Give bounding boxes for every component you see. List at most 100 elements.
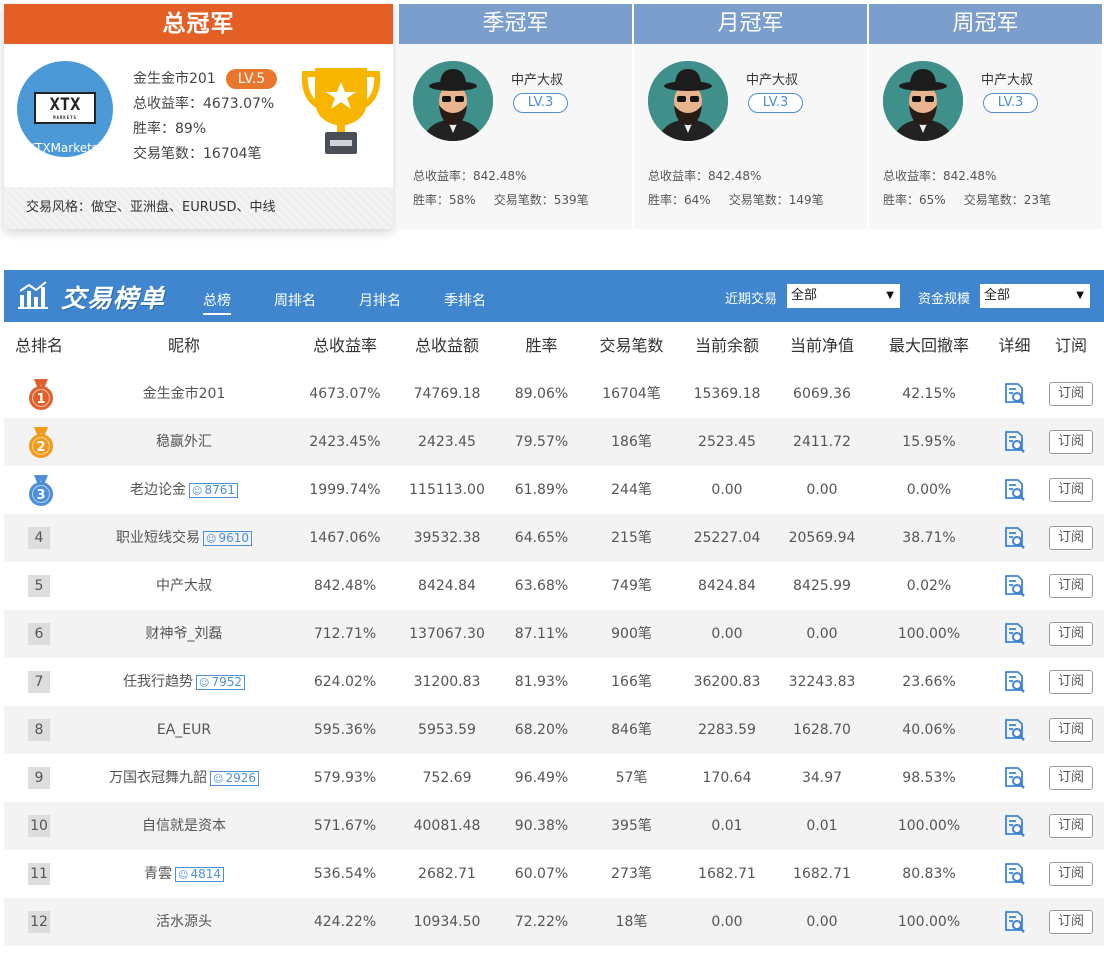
col-max-drawdown[interactable]: 最大回撤率 (879, 322, 979, 370)
subscribe-button[interactable]: 订阅 (1049, 526, 1093, 550)
subscribe-button[interactable]: 订阅 (1049, 862, 1093, 886)
total-profit-cell: 8424.84 (418, 578, 476, 594)
subscribe-button[interactable]: 订阅 (1049, 814, 1093, 838)
trader-name[interactable]: 活水源头 (156, 914, 212, 930)
trade-count-cell: 900笔 (611, 626, 652, 642)
user-avatar[interactable] (648, 61, 728, 141)
trade-count-cell: 215笔 (611, 530, 652, 546)
col-total-return[interactable]: 总收益率 (300, 322, 390, 370)
detail-search-icon[interactable] (1002, 862, 1026, 886)
trade-count-cell: 57笔 (615, 770, 648, 786)
detail-search-icon[interactable] (1002, 382, 1026, 406)
user-icon: ☺ (213, 773, 224, 785)
win-rate-cell: 64.65% (514, 530, 569, 546)
subscribe-button[interactable]: 订阅 (1049, 382, 1093, 406)
champion-name[interactable]: 金生金市201 (133, 71, 216, 87)
trader-name[interactable]: EA_EUR (157, 722, 211, 738)
follower-badge[interactable]: ☺ 7952 (196, 674, 245, 690)
equity-cell: 0.00 (806, 914, 838, 930)
subscribe-button[interactable]: 订阅 (1049, 574, 1093, 598)
trader-name[interactable]: 青雲 (144, 866, 172, 882)
detail-search-icon[interactable] (1002, 670, 1026, 694)
trader-name[interactable]: 任我行趋势 (123, 674, 193, 690)
trader-name[interactable]: 自信就是资本 (142, 818, 226, 834)
nickname-cell: 万国衣冠舞九韶 ☺ 2926 (94, 754, 274, 802)
total-profit-cell: 2682.71 (418, 866, 476, 882)
subscribe-button[interactable]: 订阅 (1049, 718, 1093, 742)
logo-caption: XTXMarkets (27, 141, 99, 155)
col-equity[interactable]: 当前净值 (777, 322, 867, 370)
trader-name[interactable]: 金生金市201 (143, 386, 226, 402)
detail-search-icon[interactable] (1002, 718, 1026, 742)
rank-medal-icon: 1 (29, 379, 53, 410)
trader-name[interactable]: 财神爷_刘磊 (146, 626, 223, 642)
detail-search-icon[interactable] (1002, 430, 1026, 454)
trader-name[interactable]: 中产大叔 (156, 578, 212, 594)
equity-cell: 0.00 (806, 626, 838, 642)
col-balance[interactable]: 当前余额 (682, 322, 772, 370)
trade-count-cell: 749笔 (611, 578, 652, 594)
nickname-cell: 稳赢外汇 (94, 418, 274, 466)
subscribe-button[interactable]: 订阅 (1049, 910, 1093, 934)
detail-search-icon[interactable] (1002, 814, 1026, 838)
champion-logo-avatar[interactable]: XTX MARKETS XTXMarkets (17, 61, 113, 157)
rank-number: 5 (28, 575, 50, 597)
follower-badge[interactable]: ☺ 2926 (210, 770, 259, 786)
trader-name[interactable]: 职业短线交易 (116, 530, 200, 546)
subscribe-button[interactable]: 订阅 (1049, 622, 1093, 646)
nickname-cell: EA_EUR (94, 706, 274, 754)
level-badge: LV.3 (513, 93, 568, 113)
col-total-profit[interactable]: 总收益额 (402, 322, 492, 370)
balance-cell: 0.00 (711, 914, 743, 930)
detail-search-icon[interactable] (1002, 526, 1026, 550)
subscribe-button[interactable]: 订阅 (1049, 766, 1093, 790)
tab-weekly[interactable]: 周排名 (274, 290, 316, 310)
detail-search-icon[interactable] (1002, 478, 1026, 502)
trader-name[interactable]: 老边论金 (130, 482, 186, 498)
tab-overall[interactable]: 总榜 (203, 290, 231, 315)
level-badge: LV.3 (748, 93, 803, 113)
subscribe-button[interactable]: 订阅 (1049, 430, 1093, 454)
season-champion-title: 季冠军 (399, 4, 632, 44)
trade-count-cell: 166笔 (611, 674, 652, 690)
capital-size-select[interactable]: 全部 ▼ (980, 284, 1090, 308)
champion-name[interactable]: 中产大叔 (511, 69, 563, 88)
max-drawdown-cell: 23.66% (902, 674, 956, 690)
win-rate-cell: 68.20% (514, 722, 569, 738)
col-win-rate[interactable]: 胜率 (504, 322, 579, 370)
trader-name[interactable]: 稳赢外汇 (156, 434, 212, 450)
max-drawdown-cell: 40.06% (902, 722, 956, 738)
total-return-cell: 4673.07% (309, 386, 381, 402)
champion-name[interactable]: 中产大叔 (746, 69, 798, 88)
follower-badge[interactable]: ☺ 9610 (203, 530, 252, 546)
balance-cell: 0.00 (711, 626, 743, 642)
detail-search-icon[interactable] (1002, 910, 1026, 934)
col-trade-count[interactable]: 交易笔数 (584, 322, 679, 370)
follower-badge[interactable]: ☺ 4814 (175, 866, 224, 882)
user-avatar[interactable] (413, 61, 493, 141)
total-profit-cell: 31200.83 (413, 674, 481, 690)
follower-badge[interactable]: ☺ 8761 (189, 482, 238, 498)
detail-search-icon[interactable] (1002, 574, 1026, 598)
total-return: 总收益率：842.48% (883, 169, 997, 183)
total-return-cell: 579.93% (313, 770, 377, 786)
win-rate-cell: 96.49% (514, 770, 569, 786)
tab-monthly[interactable]: 月排名 (359, 290, 401, 310)
equity-cell: 0.00 (806, 482, 838, 498)
table-row: 9 万国衣冠舞九韶 ☺ 2926 579.93% 752.69 96.49% 57笔 170.6… (4, 754, 1104, 802)
subscribe-button[interactable]: 订阅 (1049, 478, 1093, 502)
balance-cell: 2283.59 (698, 722, 756, 738)
user-avatar[interactable] (883, 61, 963, 141)
recent-trade-select[interactable]: 全部 ▼ (787, 284, 900, 308)
champion-name[interactable]: 中产大叔 (981, 69, 1033, 88)
trade-count-cell: 16704笔 (602, 386, 661, 402)
max-drawdown-cell: 80.83% (902, 866, 956, 882)
total-profit-cell: 74769.18 (413, 386, 481, 402)
trader-name[interactable]: 万国衣冠舞九韶 (109, 770, 207, 786)
detail-search-icon[interactable] (1002, 622, 1026, 646)
detail-search-icon[interactable] (1002, 766, 1026, 790)
table-row: 8 EA_EUR 595.36% 5953.59 68.20% 846笔 2283.59 16… (4, 706, 1104, 754)
tab-quarterly[interactable]: 季排名 (444, 290, 486, 310)
subscribe-button[interactable]: 订阅 (1049, 670, 1093, 694)
trade-count: 交易笔数：16704笔 (133, 146, 262, 162)
